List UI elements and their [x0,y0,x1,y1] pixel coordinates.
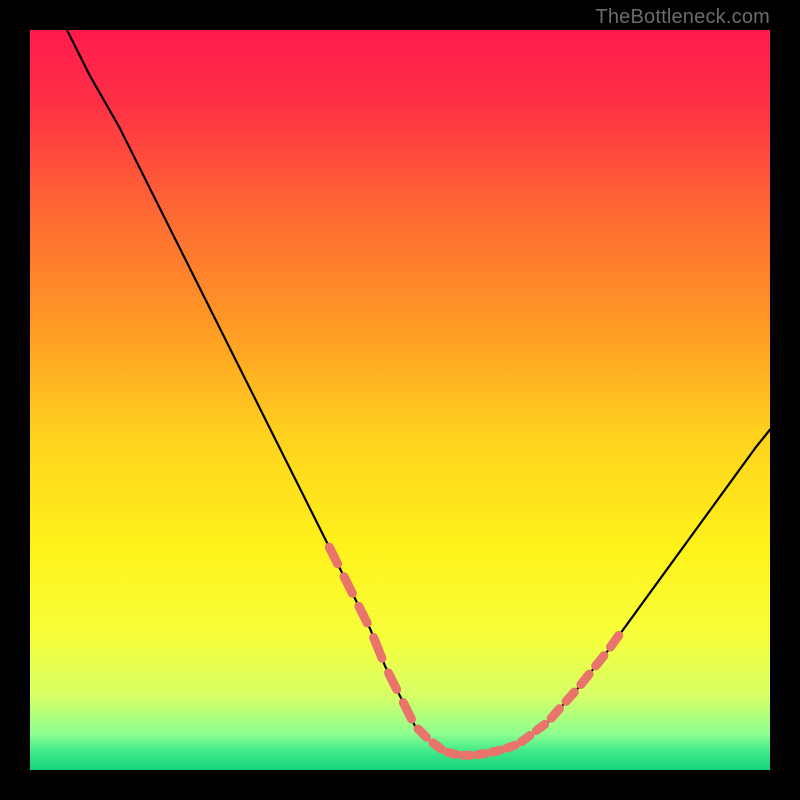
marker-dash [566,692,574,701]
marker-dash [329,547,337,564]
marker-dash [610,635,618,647]
marker-dash [551,709,559,719]
marker-dash [522,735,530,741]
chart-frame: TheBottleneck.com [0,0,800,800]
marker-dash [374,638,382,659]
marker-dash [492,750,500,752]
marker-dash [596,656,604,666]
marker-dash [388,673,396,690]
marker-dash [507,745,515,748]
curve-layer [30,30,770,770]
marker-dash [477,753,485,754]
marker-dash [344,577,352,594]
plot-area [30,30,770,770]
marker-dash [536,724,544,730]
highlight-markers [329,547,618,755]
marker-dash [448,752,456,754]
marker-dash [581,674,589,684]
marker-dash [403,703,411,720]
marker-dash [418,729,426,737]
bottleneck-curve [67,30,770,755]
watermark-text: TheBottleneck.com [595,6,770,29]
marker-dash [433,743,441,749]
marker-dash [359,606,367,623]
